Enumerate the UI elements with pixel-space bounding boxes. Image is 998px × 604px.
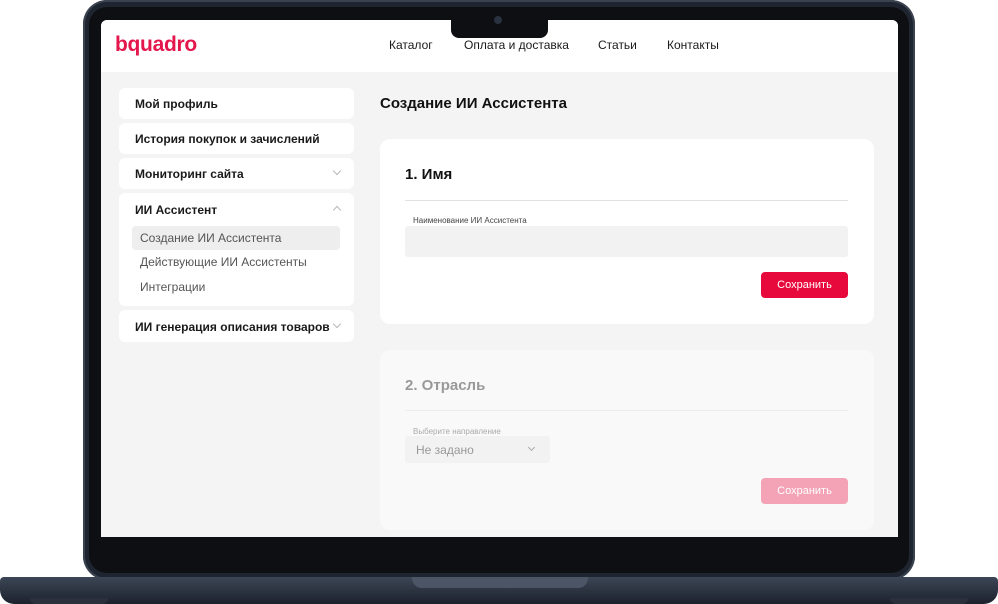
sidebar-item-label: Мониторинг сайта [135, 167, 244, 181]
step-heading: 2. Отрасль [405, 377, 486, 394]
divider [405, 410, 848, 411]
camera-icon [494, 16, 502, 24]
screen: bquadro Каталог Оплата и доставка Статьи… [101, 20, 898, 537]
sidebar-item-label: Мой профиль [135, 97, 218, 111]
chevron-down-icon [527, 443, 536, 452]
nav-contacts[interactable]: Контакты [667, 38, 719, 52]
sidebar-item-history[interactable]: История покупок и зачислений [119, 123, 354, 154]
laptop-foot-right [890, 598, 968, 604]
sidebar-item-label: История покупок и зачислений [135, 132, 320, 146]
sidebar-item-label: ИИ генерация описания товаров [135, 320, 330, 334]
sidebar-item-active-assistants[interactable]: Действующие ИИ Ассистенты [140, 255, 307, 269]
chevron-up-icon[interactable] [332, 205, 342, 215]
chevron-down-icon [332, 166, 342, 176]
chevron-down-icon [332, 319, 342, 329]
sidebar-item-profile[interactable]: Мой профиль [119, 88, 354, 119]
sidebar-item-generation[interactable]: ИИ генерация описания товаров [119, 310, 354, 342]
laptop-base-notch [412, 577, 588, 588]
assistant-name-input[interactable] [405, 226, 848, 257]
save-button[interactable]: Сохранить [761, 272, 848, 298]
laptop-foot-left [30, 598, 108, 604]
nav-payment-delivery[interactable]: Оплата и доставка [464, 38, 569, 52]
sidebar-item-monitoring[interactable]: Мониторинг сайта [119, 158, 354, 189]
select-value: Не задано [416, 443, 474, 457]
step-heading: 1. Имя [405, 166, 453, 183]
divider [405, 200, 848, 201]
field-label: Выберите направление [413, 427, 501, 436]
page-title: Создание ИИ Ассистента [380, 95, 567, 112]
save-button-disabled[interactable]: Сохранить [761, 478, 848, 504]
nav-articles[interactable]: Статьи [598, 38, 637, 52]
sidebar-group-assistant: ИИ Ассистент Создание ИИ Ассистента Дейс… [119, 193, 354, 306]
sidebar-item-integrations[interactable]: Интеграции [140, 280, 205, 294]
industry-select[interactable]: Не задано [405, 436, 550, 463]
sidebar-group-title[interactable]: ИИ Ассистент [135, 203, 217, 217]
step-industry-card: 2. Отрасль Выберите направление Не задан… [380, 350, 874, 530]
sidebar-item-create-assistant[interactable]: Создание ИИ Ассистента [140, 231, 281, 245]
brand-logo[interactable]: bquadro [115, 33, 197, 57]
step-name-card: 1. Имя Наименование ИИ Ассистента Сохран… [380, 139, 874, 324]
field-label: Наименование ИИ Ассистента [413, 216, 527, 225]
nav-catalog[interactable]: Каталог [389, 38, 433, 52]
